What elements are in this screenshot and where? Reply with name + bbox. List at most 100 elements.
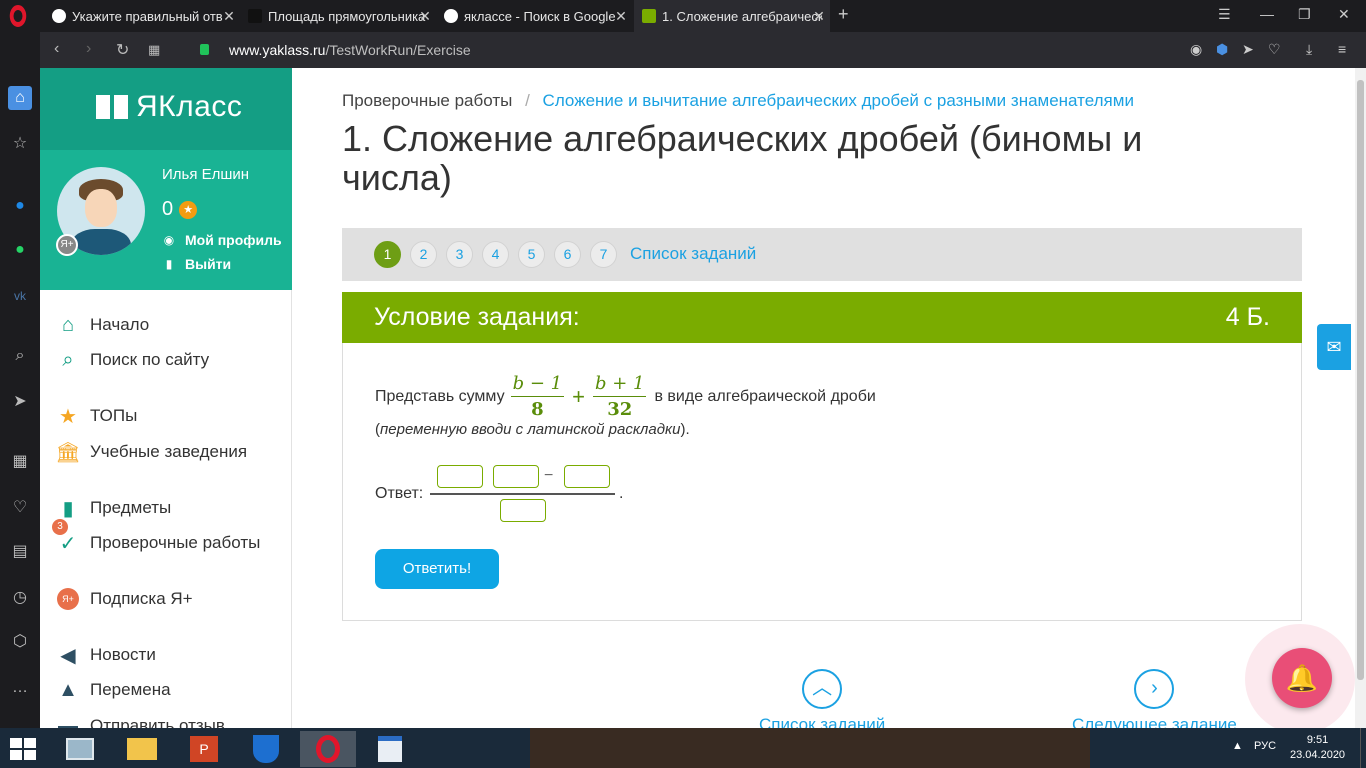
minimize-icon[interactable]: — — [1260, 6, 1274, 22]
tab-1[interactable]: Укажите правильный отв ✕ — [44, 0, 240, 32]
tab-4-active[interactable]: 1. Сложение алгебраическ ✕ — [634, 0, 830, 32]
answer-area: Ответ: − . — [375, 465, 675, 525]
menu-subscription[interactable]: Я+ Подписка Я+ — [56, 587, 193, 611]
menu-label: Перемена — [90, 680, 171, 699]
close-icon[interactable]: ✕ — [614, 8, 628, 25]
defender-icon[interactable] — [238, 731, 294, 767]
settings-menu-icon[interactable]: ≡ — [1338, 41, 1346, 57]
vk-icon[interactable]: vk — [8, 284, 32, 308]
menu-home[interactable]: ⌂ Начало — [56, 313, 149, 337]
close-icon[interactable]: ✕ — [418, 8, 432, 25]
menu-label: Начало — [90, 315, 150, 334]
tab-3[interactable]: яклассе - Поиск в Google ✕ — [436, 0, 632, 32]
clock[interactable]: 9:51 23.04.2020 — [1290, 733, 1345, 763]
logout-link[interactable]: ▮ Выйти — [162, 256, 231, 272]
shield-icon[interactable]: ⬢ — [1216, 41, 1228, 58]
url-path: /TestWorkRun/Exercise — [325, 42, 471, 58]
yaklass-logo[interactable]: ЯКласс — [96, 90, 242, 124]
send-icon[interactable]: ➤ — [1242, 41, 1254, 58]
search-icon[interactable]: ⌕ — [8, 344, 32, 368]
menu-label: Подписка Я+ — [90, 589, 193, 608]
answer-input-1[interactable] — [437, 465, 483, 488]
book-icon — [96, 95, 128, 119]
home-icon[interactable]: ⌂ — [8, 86, 32, 110]
reload-icon[interactable]: ↻ — [116, 40, 129, 60]
more-icon[interactable]: … — [8, 676, 32, 700]
news-icon[interactable]: ▤ — [8, 540, 32, 564]
next-task-nav[interactable]: › Следующее задание — [1072, 669, 1237, 728]
menu-label: Поиск по сайту — [90, 350, 210, 369]
close-icon[interactable]: ✕ — [222, 8, 236, 25]
tab-2[interactable]: Площадь прямоугольника ✕ — [240, 0, 436, 32]
menu-news[interactable]: ◀ Новости — [56, 643, 156, 667]
pager-item-3[interactable]: 3 — [446, 241, 473, 268]
fraction-numerator: b + 1 — [592, 373, 647, 397]
speed-dial-icon[interactable]: ▦ — [148, 42, 160, 58]
submit-button[interactable]: Ответить! — [375, 549, 499, 589]
answer-input-denominator[interactable] — [500, 499, 546, 522]
menu-feedback[interactable]: ▬ Отправить отзыв — [56, 714, 225, 729]
znanija-icon — [248, 9, 262, 23]
windows-start-icon[interactable] — [10, 738, 38, 760]
powerpoint-icon[interactable]: P — [176, 731, 232, 767]
notification-bell[interactable]: 🔔 — [1245, 624, 1355, 734]
messenger-icon[interactable]: ● — [8, 194, 32, 218]
breadcrumb-root[interactable]: Проверочные работы — [342, 91, 512, 110]
opera-logo-icon[interactable] — [9, 5, 27, 27]
menu-subjects[interactable]: ▮ Предметы — [56, 496, 171, 520]
menu-schools[interactable]: 🏛 Учебные заведения — [55, 440, 247, 464]
answer-input-3[interactable] — [564, 465, 610, 488]
task-list-nav[interactable]: ︿ Список заданий — [759, 669, 885, 728]
task-manager-icon[interactable] — [52, 731, 108, 767]
keyboard-language[interactable]: РУС — [1254, 740, 1276, 752]
url-field[interactable]: www.yaklass.ru/TestWorkRun/Exercise — [229, 42, 471, 58]
tray-chevron-icon[interactable]: ▲ — [1232, 740, 1243, 752]
google-icon — [52, 9, 66, 23]
history-icon[interactable]: ◷ — [8, 586, 32, 610]
opera-taskbar-icon[interactable] — [300, 731, 356, 767]
user-name[interactable]: Илья Елшин — [162, 166, 249, 183]
answer-input-2[interactable] — [493, 465, 539, 488]
menu-tests[interactable]: ✓ 3 Проверочные работы — [52, 519, 260, 555]
mail-icon[interactable]: ✉ — [1317, 324, 1351, 370]
chevron-up-icon: ︿ — [802, 669, 843, 709]
breadcrumb-link[interactable]: Сложение и вычитание алгебраических дроб… — [543, 91, 1134, 110]
page-scrollbar[interactable] — [1355, 68, 1366, 728]
menu-search[interactable]: ⌕ Поиск по сайту — [56, 348, 209, 372]
bookmark-icon[interactable]: ☆ — [8, 132, 32, 156]
box-icon[interactable]: ⬡ — [8, 630, 32, 654]
profile-label: Мой профиль — [185, 232, 282, 248]
logout-label: Выйти — [185, 256, 232, 272]
download-icon[interactable]: ⤓ — [1306, 41, 1312, 58]
wordpad-icon[interactable] — [362, 731, 418, 767]
tab-menu-icon[interactable]: ☰ — [1218, 6, 1231, 23]
pager-item-5[interactable]: 5 — [518, 241, 545, 268]
camera-icon[interactable]: ◉ — [1190, 41, 1202, 58]
menu-recess[interactable]: ▲ Перемена — [56, 678, 171, 702]
pager-item-7[interactable]: 7 — [590, 241, 617, 268]
pager-item-2[interactable]: 2 — [410, 241, 437, 268]
forward-icon[interactable]: › — [86, 40, 91, 58]
check-icon: ✓ 3 — [52, 519, 80, 555]
whatsapp-icon[interactable]: ● — [8, 238, 32, 262]
grid-icon[interactable]: ▦ — [8, 450, 32, 474]
profile-link[interactable]: ◉ Мой профиль — [162, 232, 282, 248]
pager-item-1[interactable]: 1 — [374, 241, 401, 268]
restore-icon[interactable]: ❐ — [1298, 6, 1311, 23]
show-desktop[interactable] — [1360, 728, 1366, 768]
task-header: Условие задания: 4 Б. — [342, 292, 1302, 343]
menu-tops[interactable]: ★ ТОПы — [56, 404, 137, 428]
task-list-link[interactable]: Список заданий — [630, 244, 756, 264]
close-icon[interactable]: ✕ — [812, 8, 826, 25]
file-explorer-icon[interactable] — [114, 731, 170, 767]
new-tab-icon[interactable]: + — [838, 4, 849, 25]
heart-icon[interactable]: ♡ — [8, 496, 32, 520]
pager-item-4[interactable]: 4 — [482, 241, 509, 268]
back-icon[interactable]: ‹ — [54, 40, 59, 58]
send-icon[interactable]: ➤ — [8, 390, 32, 414]
heart-icon[interactable]: ♡ — [1268, 41, 1281, 58]
window-close-icon[interactable]: ✕ — [1338, 6, 1350, 23]
menu-label: Предметы — [90, 498, 172, 517]
scrollbar-thumb[interactable] — [1357, 80, 1364, 680]
pager-item-6[interactable]: 6 — [554, 241, 581, 268]
